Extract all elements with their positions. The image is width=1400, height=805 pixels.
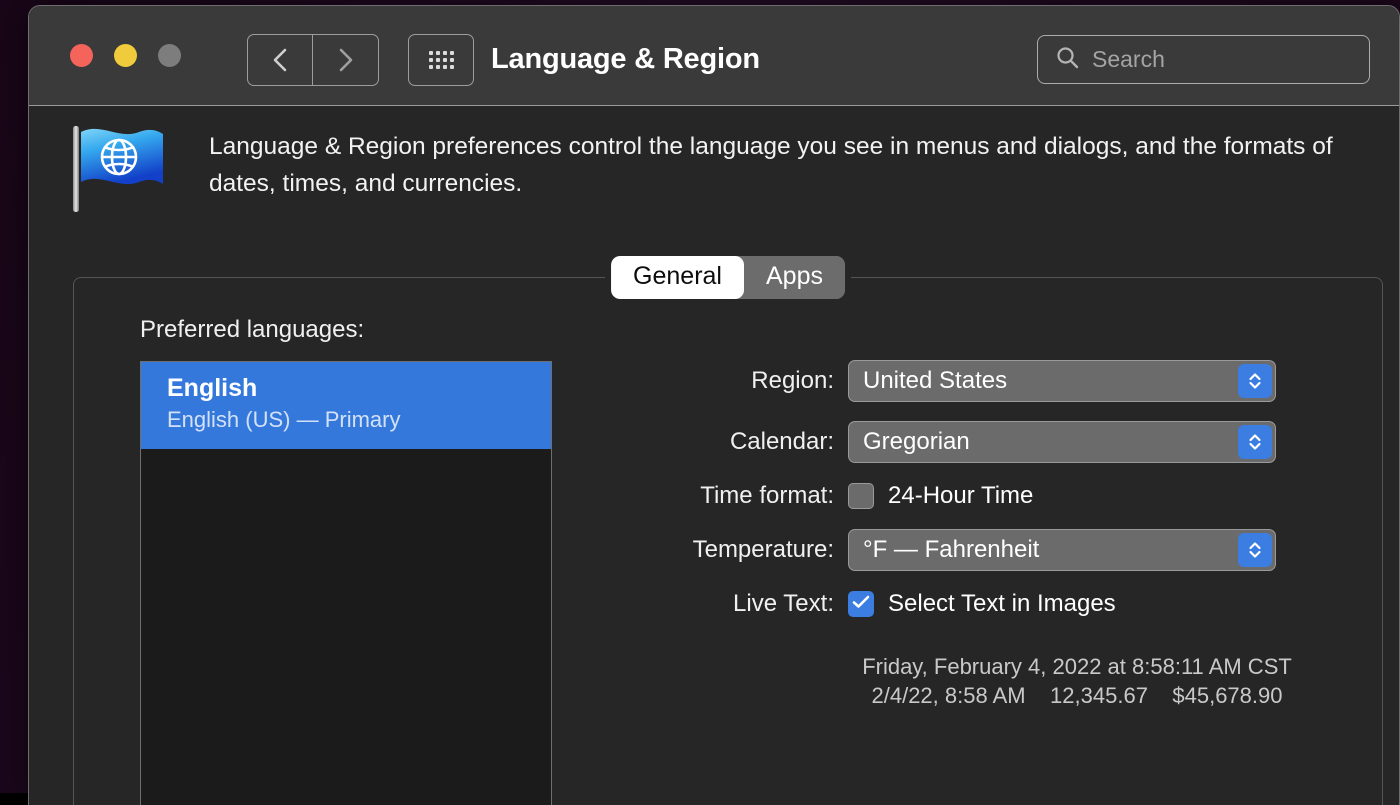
- region-label: Region:: [634, 367, 848, 395]
- list-item[interactable]: English English (US) — Primary: [141, 362, 551, 449]
- checkmark-icon: [852, 595, 870, 614]
- chevron-updown-icon[interactable]: [1238, 425, 1272, 459]
- preferred-languages-label: Preferred languages:: [140, 316, 364, 344]
- preferred-languages-list[interactable]: English English (US) — Primary: [140, 361, 552, 805]
- show-all-button[interactable]: [408, 34, 474, 86]
- time-format-label: Time format:: [634, 482, 848, 510]
- region-popup-button[interactable]: United States: [848, 360, 1276, 402]
- settings-panel: General Apps Preferred languages: Englis…: [73, 277, 1383, 805]
- chevron-updown-icon[interactable]: [1238, 364, 1272, 398]
- preference-description: Language & Region preferences control th…: [209, 128, 1369, 202]
- tab-general[interactable]: General: [611, 256, 744, 299]
- search-field[interactable]: Search: [1037, 35, 1370, 84]
- preview-short-formats: 2/4/22, 8:58 AM 12,345.67 $45,678.90: [848, 681, 1306, 710]
- system-preferences-window: Language & Region Search: [28, 5, 1400, 805]
- select-text-in-images-label: Select Text in Images: [888, 590, 1116, 618]
- temperature-label: Temperature:: [634, 536, 848, 564]
- language-name: English: [167, 373, 551, 404]
- zoom-button[interactable]: [158, 44, 181, 67]
- 24-hour-time-label: 24-Hour Time: [888, 482, 1033, 510]
- live-text-row: Live Text: Select Text in Images: [634, 590, 1364, 618]
- preview-long-date: Friday, February 4, 2022 at 8:58:11 AM C…: [848, 652, 1306, 681]
- window-toolbar: Language & Region Search: [29, 6, 1399, 106]
- select-text-in-images-checkbox[interactable]: [848, 591, 874, 617]
- region-value: United States: [863, 367, 1007, 395]
- grid-view-icon: [429, 51, 454, 69]
- forward-button[interactable]: [313, 34, 379, 86]
- temperature-popup-button[interactable]: °F — Fahrenheit: [848, 529, 1276, 571]
- calendar-popup-button[interactable]: Gregorian: [848, 421, 1276, 463]
- back-button[interactable]: [247, 34, 313, 86]
- chevron-updown-icon[interactable]: [1238, 533, 1272, 567]
- minimize-button[interactable]: [114, 44, 137, 67]
- calendar-label: Calendar:: [634, 428, 848, 456]
- region-row: Region: United States: [634, 360, 1364, 402]
- close-button[interactable]: [70, 44, 93, 67]
- preference-header: Language & Region preferences control th…: [29, 106, 1399, 226]
- search-icon: [1056, 46, 1079, 74]
- chevron-left-icon: [270, 46, 290, 74]
- flag-globe-icon: [71, 122, 167, 214]
- temperature-value: °F — Fahrenheit: [863, 536, 1039, 564]
- format-preview: Friday, February 4, 2022 at 8:58:11 AM C…: [848, 652, 1306, 710]
- page-title: Language & Region: [491, 43, 760, 76]
- live-text-label: Live Text:: [634, 590, 848, 618]
- region-settings-form: Region: United States Calendar: Gregoria…: [634, 360, 1364, 710]
- language-detail: English (US) — Primary: [167, 406, 551, 435]
- tab-bar: General Apps: [605, 256, 851, 299]
- time-format-row: Time format: 24-Hour Time: [634, 482, 1364, 510]
- search-placeholder: Search: [1092, 46, 1165, 73]
- traffic-light-group: [70, 44, 181, 67]
- chevron-right-icon: [336, 46, 356, 74]
- tab-apps[interactable]: Apps: [744, 256, 845, 299]
- 24-hour-time-checkbox[interactable]: [848, 483, 874, 509]
- temperature-row: Temperature: °F — Fahrenheit: [634, 529, 1364, 571]
- calendar-row: Calendar: Gregorian: [634, 421, 1364, 463]
- calendar-value: Gregorian: [863, 428, 970, 456]
